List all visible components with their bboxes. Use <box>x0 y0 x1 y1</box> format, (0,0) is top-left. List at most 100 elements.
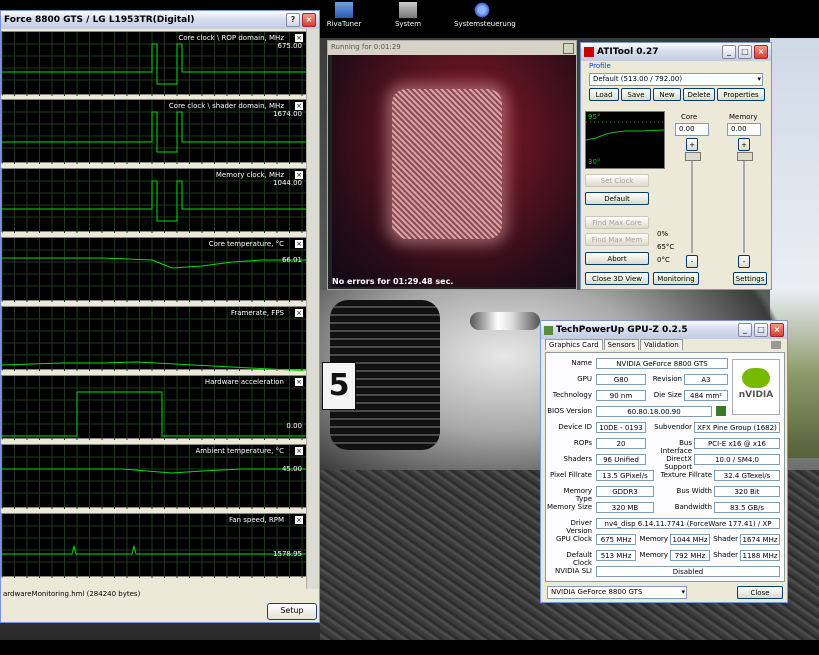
graph-panel: Core temperature, °C 66.01 × <box>1 237 308 302</box>
tab-validation[interactable]: Validation <box>640 339 683 350</box>
pixel-fillrate-label: Pixel Fillrate <box>550 471 592 479</box>
graph-label: Fan speed, RPM <box>228 516 284 524</box>
graph-value: 675.00 <box>277 42 303 50</box>
memory-slider-track[interactable] <box>743 155 745 253</box>
default-button[interactable]: Default <box>585 192 649 205</box>
maximize-button[interactable]: □ <box>754 323 768 337</box>
graph-label: Framerate, FPS <box>230 309 284 317</box>
memory-plus-button[interactable]: + <box>738 138 750 151</box>
license-plate <box>322 362 356 410</box>
memory-minus-button[interactable]: - <box>738 255 750 268</box>
minimize-button[interactable]: _ <box>722 45 736 59</box>
status-bar: ardwareMonitoring.hml (284240 bytes) <box>3 590 141 598</box>
desktop-icon-system[interactable]: System <box>380 2 436 28</box>
tab-sensors[interactable]: Sensors <box>603 339 640 350</box>
bios-chip-icon[interactable] <box>716 406 726 416</box>
memory-slider-thumb[interactable] <box>737 152 753 161</box>
chevron-down-icon: ▾ <box>681 588 685 596</box>
graph-label: Core clock \ ROP domain, MHz <box>178 34 284 42</box>
close-icon[interactable]: × <box>295 171 303 179</box>
find-max-mem-button[interactable]: Find Max Mem <box>585 233 649 246</box>
core-slider-track[interactable] <box>691 155 693 253</box>
bus-width-label: Bus Width <box>676 487 712 495</box>
close-icon[interactable]: × <box>295 102 303 110</box>
nvidia-eye-icon <box>742 368 770 388</box>
bus-interface-value: PCI-E x16 @ x16 <box>694 438 780 449</box>
close-3d-view-button[interactable]: Close 3D View <box>585 272 649 285</box>
set-clock-button[interactable]: Set Clock <box>585 174 649 187</box>
graph-value: 1674.00 <box>273 110 302 118</box>
close-icon[interactable]: × <box>295 516 303 524</box>
core-minus-button[interactable]: - <box>686 255 698 268</box>
render-close-button[interactable] <box>563 43 574 54</box>
render-status-message: No errors for 01:29.48 sec. <box>332 277 454 286</box>
subvendor-label: Subvendor <box>654 423 692 431</box>
gpu-select[interactable]: NVIDIA GeForce 8800 GTS ▾ <box>547 586 687 599</box>
gear-icon <box>473 2 491 18</box>
current-temperature: 65°C <box>657 243 675 251</box>
fur-scene <box>332 55 576 287</box>
core-clock-field[interactable]: 0.00 <box>675 123 709 136</box>
desktop-icon-systemsteuerung[interactable]: Systemsteuerung <box>454 2 516 28</box>
close-icon[interactable]: × <box>295 447 303 455</box>
close-icon[interactable]: × <box>295 309 303 317</box>
close-button[interactable]: Close <box>737 586 783 599</box>
ati-logo-icon <box>584 47 594 57</box>
delete-button[interactable]: Delete <box>683 88 715 101</box>
properties-button[interactable]: Properties <box>717 88 765 101</box>
revision-label: Revision <box>652 375 682 383</box>
desktop-icon-label: Systemsteuerung <box>454 20 516 28</box>
memory-size-label: Memory Size <box>546 503 592 511</box>
close-icon[interactable]: × <box>295 34 303 42</box>
atitool-titlebar[interactable]: ATITool 0.27 _ □ × <box>581 43 771 61</box>
save-button[interactable]: Save <box>621 88 651 101</box>
car-headlight <box>470 312 540 330</box>
driver-version-label: Driver Version <box>566 519 592 535</box>
default-shader-label: Shader <box>713 551 738 559</box>
memory-label: Memory <box>729 113 758 121</box>
memory-type-label: Memory Type <box>563 487 592 503</box>
load-button[interactable]: Load <box>589 88 619 101</box>
bios-value: 60.80.18.00.90 <box>596 406 712 417</box>
desktop-icon-rivatuner[interactable]: RivaTuner <box>316 2 372 28</box>
memory-type-value: GDDR3 <box>596 486 654 497</box>
temperature-delta: 0°C <box>657 256 670 264</box>
directx-label: DirectX Support <box>664 455 692 471</box>
texture-fillrate-label: Texture Fillrate <box>660 471 712 479</box>
monitor-icon <box>335 2 353 18</box>
settings-button[interactable]: Settings <box>733 272 767 285</box>
profile-select[interactable]: Default (513.00 / 792.00) ▾ <box>589 73 763 86</box>
device-id-value: 10DE - 0193 <box>596 422 646 433</box>
core-plus-button[interactable]: + <box>686 138 698 151</box>
graph-label: Core temperature, °C <box>208 240 284 248</box>
close-button[interactable]: × <box>302 13 316 27</box>
bandwidth-label: Bandwidth <box>674 503 712 511</box>
default-clock-label: Default Clock <box>566 551 592 567</box>
close-icon[interactable]: × <box>295 378 303 386</box>
minimize-button[interactable]: _ <box>738 323 752 337</box>
memory-clock-field[interactable]: 0.00 <box>727 123 761 136</box>
bus-width-value: 320 Bit <box>714 486 780 497</box>
find-max-core-button[interactable]: Find Max Core <box>585 216 649 229</box>
gpuz-titlebar[interactable]: TechPowerUp GPU-Z 0.2.5 _ □ × <box>541 321 787 339</box>
setup-button[interactable]: Setup <box>267 603 317 620</box>
name-label: Name <box>571 359 592 367</box>
atitool-title: ATITool 0.27 <box>597 47 659 57</box>
close-icon[interactable]: × <box>295 240 303 248</box>
monitor-titlebar[interactable]: Force 8800 GTS / LG L1953TR(Digital) ? × <box>1 11 319 29</box>
maximize-button[interactable]: □ <box>738 45 752 59</box>
profile-value: Default (513.00 / 792.00) <box>593 75 683 83</box>
new-button[interactable]: New <box>653 88 681 101</box>
camera-icon[interactable] <box>771 341 781 349</box>
shaders-value: 96 Unified <box>596 454 646 465</box>
core-slider-thumb[interactable] <box>685 152 701 161</box>
vertical-scrollbar[interactable] <box>306 29 319 589</box>
help-button[interactable]: ? <box>286 13 300 27</box>
tab-graphics-card[interactable]: Graphics Card <box>545 339 603 350</box>
monitoring-button[interactable]: Monitoring <box>653 272 699 285</box>
graph-value: 66.01 <box>281 256 302 264</box>
close-button[interactable]: × <box>754 45 768 59</box>
close-button[interactable]: × <box>770 323 784 337</box>
bandwidth-value: 83.5 GB/s <box>714 502 780 513</box>
abort-button[interactable]: Abort <box>585 252 649 265</box>
